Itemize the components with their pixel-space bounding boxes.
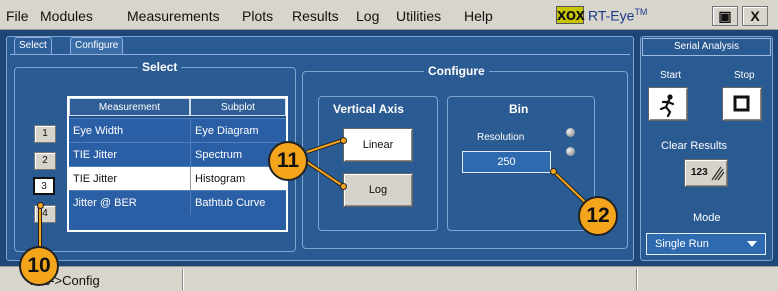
cell-measurement: Jitter @ BER — [73, 197, 137, 209]
mode-dropdown[interactable]: Single Run — [646, 233, 766, 255]
row-1-button[interactable]: 1 — [34, 125, 56, 143]
linear-button[interactable]: Linear — [343, 128, 413, 162]
menu-help[interactable]: Help — [464, 8, 493, 24]
table-row[interactable]: Jitter @ BER Bathtub Curve — [69, 190, 286, 230]
tab-underline — [10, 54, 630, 55]
start-button[interactable] — [648, 87, 688, 121]
vertical-axis-group — [318, 96, 438, 231]
row-3-button[interactable]: 3 — [33, 177, 55, 195]
stop-icon — [733, 95, 750, 112]
brand-logo: XOX — [556, 6, 585, 24]
app-window: File Modules Measurements Plots Results … — [0, 0, 778, 291]
menu-modules[interactable]: Modules — [40, 8, 93, 24]
clear-results-label: Clear Results — [661, 140, 728, 152]
status-divider — [182, 269, 184, 290]
callout-12: 12 — [578, 196, 618, 236]
callout-12-dot — [550, 168, 557, 175]
clear-icon-text: 123 — [691, 167, 708, 178]
menu-measurements[interactable]: Measurements — [127, 8, 220, 24]
header-subplot: Subplot — [190, 98, 286, 116]
table-row-selected[interactable]: TIE Jitter Histogram — [69, 166, 286, 191]
resolution-knob-up[interactable] — [566, 128, 575, 137]
clear-results-button[interactable]: 123 — [684, 159, 728, 187]
resolution-field[interactable]: 250 — [462, 151, 551, 173]
status-bar: lots->Config — [0, 266, 778, 291]
log-button[interactable]: Log — [343, 173, 413, 207]
cell-subplot: Eye Diagram — [190, 119, 286, 143]
serial-analysis-title: Serial Analysis — [642, 38, 771, 56]
callout-11-dot — [340, 183, 347, 190]
header-measurement: Measurement — [69, 98, 190, 116]
menu-utilities[interactable]: Utilities — [396, 8, 441, 24]
callout-11-dot — [340, 137, 347, 144]
running-man-icon — [659, 94, 675, 118]
select-group-title: Select — [138, 60, 182, 74]
stop-button[interactable] — [722, 87, 762, 121]
row-2-button[interactable]: 2 — [34, 152, 56, 170]
cell-subplot: Bathtub Curve — [190, 191, 286, 215]
menu-log[interactable]: Log — [356, 8, 379, 24]
start-label: Start — [660, 70, 682, 81]
bin-title: Bin — [509, 102, 529, 116]
mode-label: Mode — [693, 212, 721, 224]
cell-measurement: TIE Jitter — [69, 167, 190, 191]
callout-11: 11 — [268, 141, 308, 181]
callout-10-dot — [37, 202, 44, 209]
callout-10: 10 — [19, 246, 59, 286]
resolution-knob-down[interactable] — [566, 147, 575, 156]
resolution-label: Resolution — [477, 132, 525, 143]
eraser-icon — [711, 166, 725, 181]
menu-bar: File Modules Measurements Plots Results … — [0, 0, 778, 30]
measurement-table: Measurement Subplot Eye Width Eye Diagra… — [67, 96, 288, 232]
cell-measurement: TIE Jitter — [73, 149, 118, 161]
brand: XOX RT-EyeTM — [556, 4, 647, 26]
table-row[interactable]: TIE Jitter Spectrum — [69, 142, 286, 167]
mode-value: Single Run — [655, 238, 709, 250]
menu-results[interactable]: Results — [292, 8, 339, 24]
stop-label: Stop — [734, 70, 755, 81]
brand-name: RT-EyeTM — [588, 6, 648, 24]
tab-configure[interactable]: Configure — [70, 37, 124, 54]
cell-measurement: Eye Width — [73, 125, 124, 137]
close-button[interactable]: X — [742, 6, 768, 26]
restore-button[interactable]: ▣ — [712, 6, 738, 26]
status-divider — [636, 269, 638, 290]
table-row[interactable]: Eye Width Eye Diagram — [69, 118, 286, 143]
vertical-axis-title: Vertical Axis — [333, 102, 404, 116]
configure-group-title: Configure — [424, 64, 489, 78]
menu-file[interactable]: File — [6, 8, 29, 24]
chevron-down-icon — [747, 241, 757, 247]
menu-plots[interactable]: Plots — [242, 8, 273, 24]
tab-select[interactable]: Select — [14, 37, 52, 54]
